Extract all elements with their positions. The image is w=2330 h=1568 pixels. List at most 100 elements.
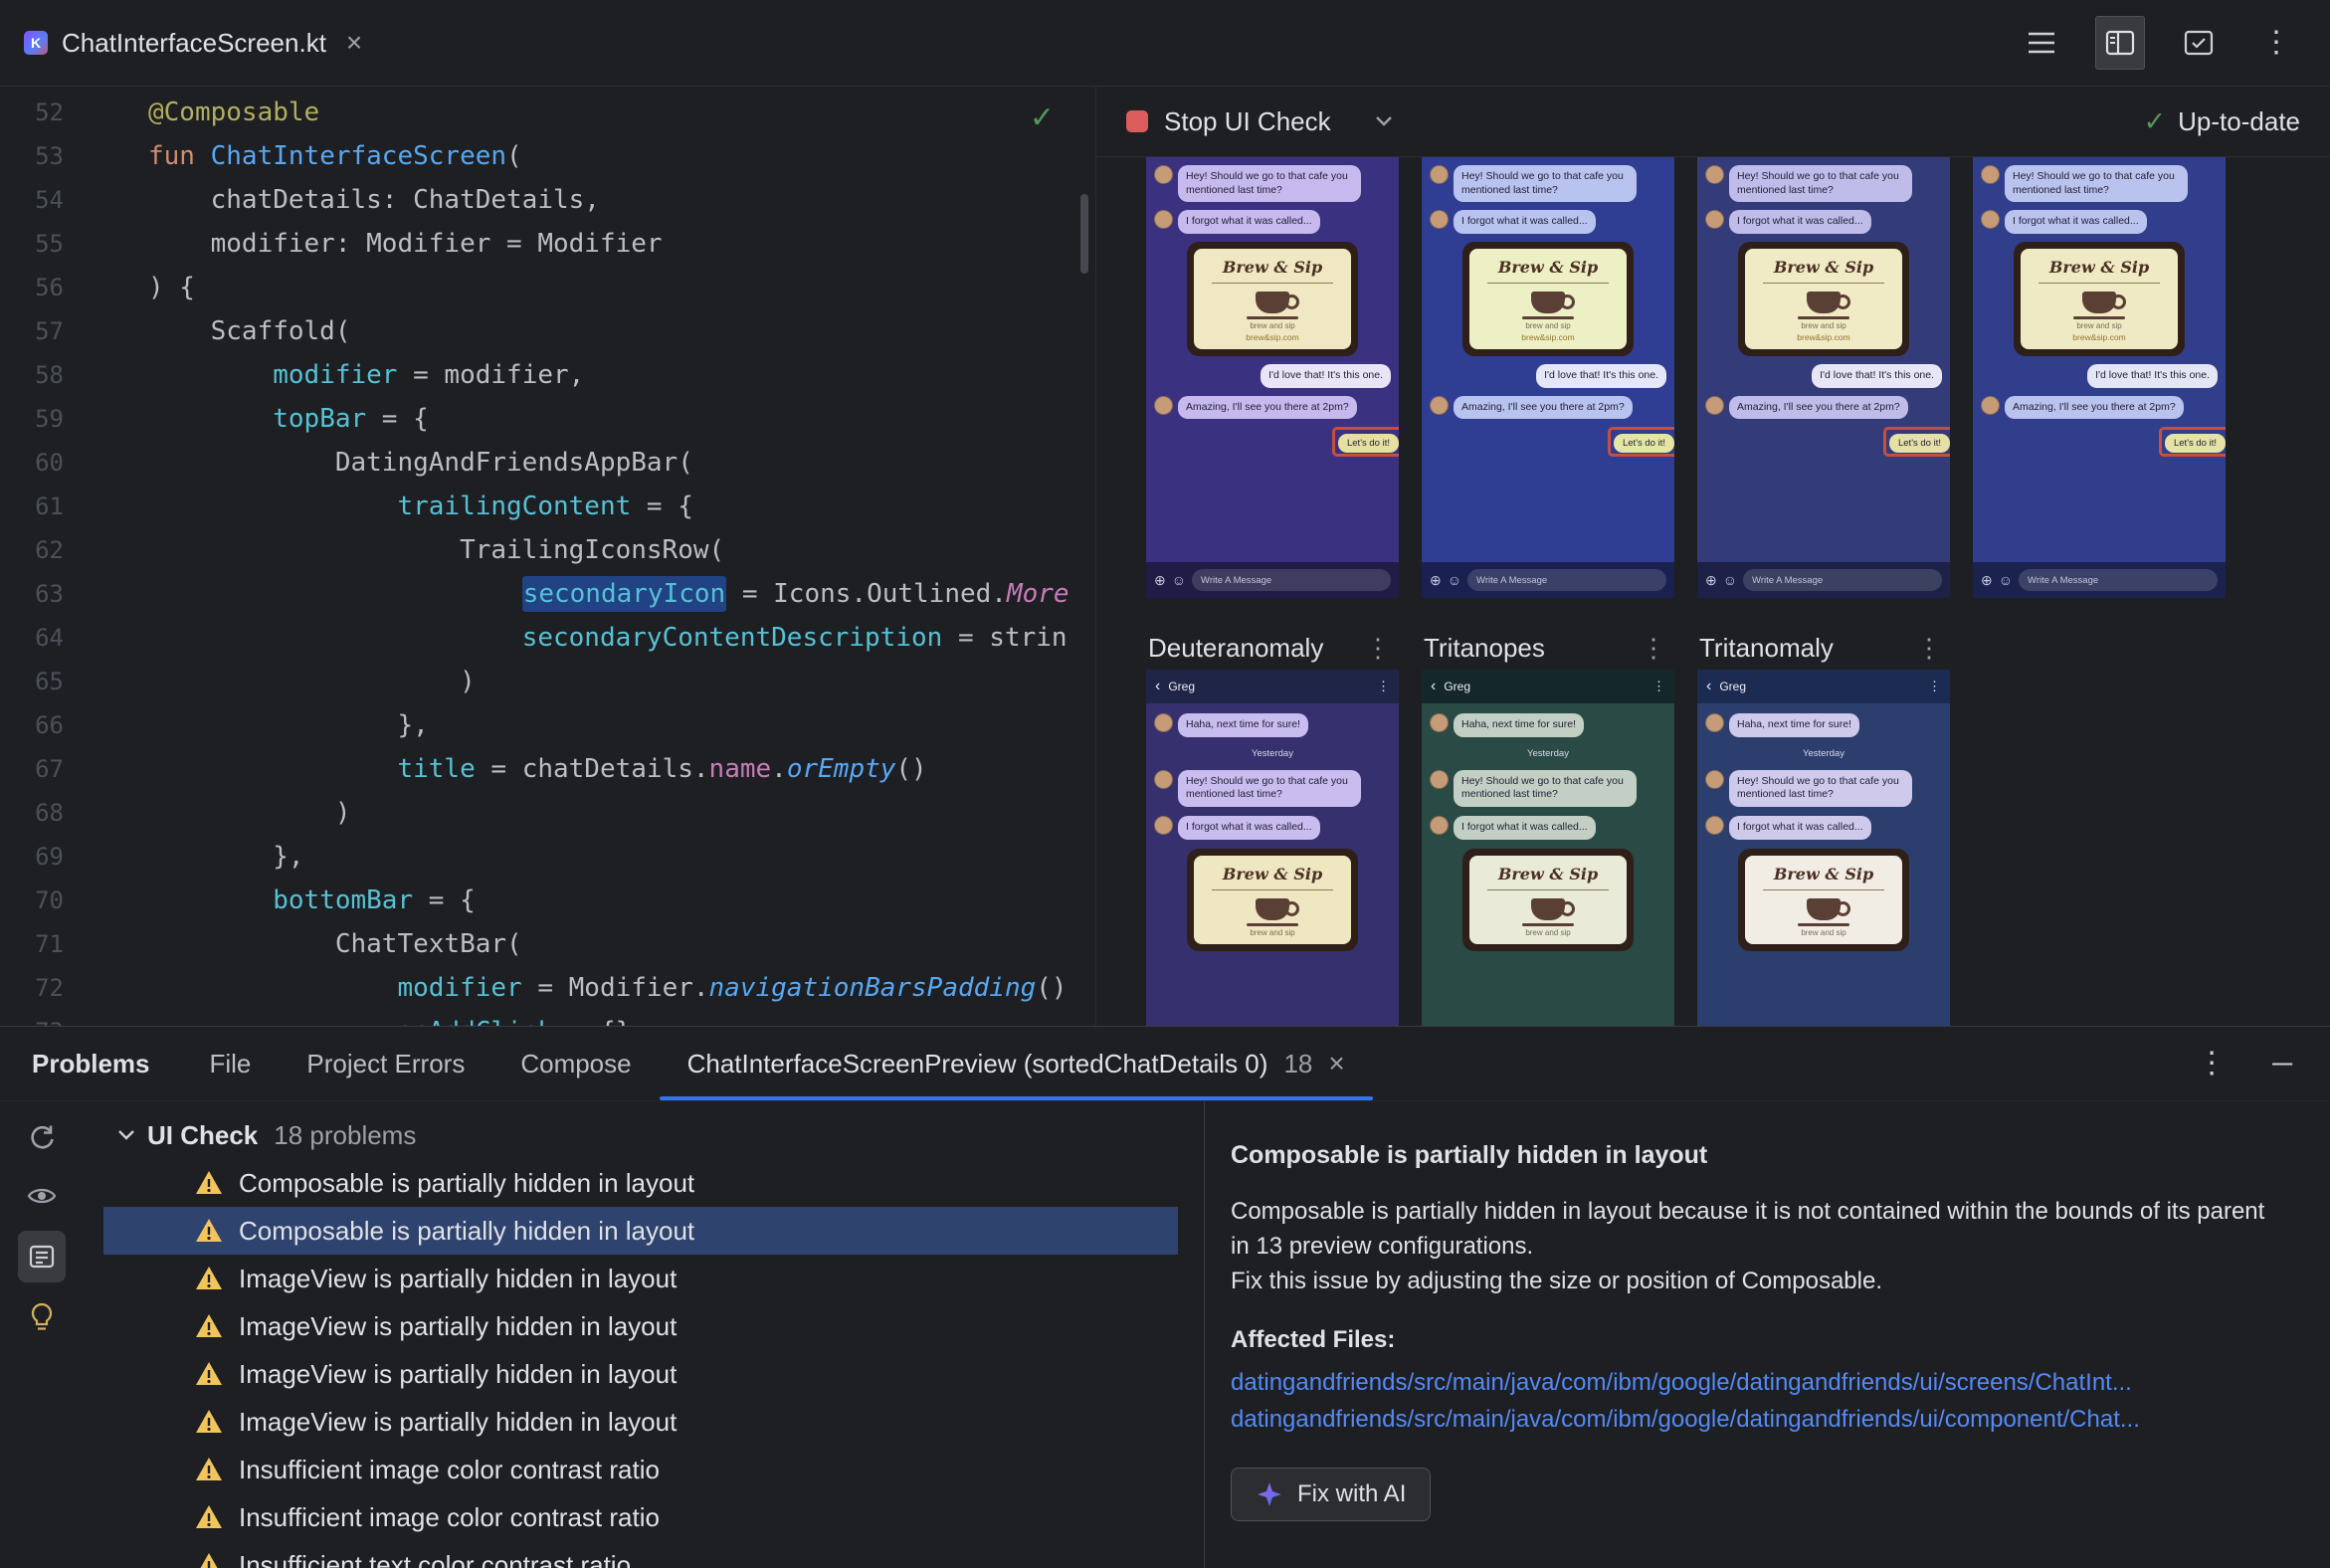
avatar <box>1430 815 1449 835</box>
warning-icon <box>196 1362 222 1385</box>
chat-message: I'd love that! It's this one. <box>1705 363 1942 388</box>
editor-tab[interactable]: K ChatInterfaceScreen.kt × <box>0 0 388 86</box>
problem-list-item[interactable]: Composable is partially hidden in layout <box>103 1207 1178 1255</box>
chat-message: I forgot what it was called... <box>1705 815 1942 840</box>
affected-file-link[interactable]: datingandfriends/src/main/java/com/ibm/g… <box>1231 1364 2286 1401</box>
warning-icon <box>200 1553 218 1568</box>
link-preview-card: Brew & Sip brew and sip <box>1738 848 1909 951</box>
avatar <box>1430 713 1449 732</box>
lightbulb-icon[interactable] <box>19 1294 65 1340</box>
split-editor-icon[interactable] <box>2095 16 2145 70</box>
code-editor[interactable]: 52 53 54 55 56 57 58 59 60 61 62 63 64 65 66 67 68 69 70 71… <box>0 87 1094 1026</box>
avatar <box>1154 769 1173 789</box>
phone-render: Hey! Should we go to that cafe you menti… <box>1422 157 1674 598</box>
flagged-element: Let's do it! <box>1981 427 2226 458</box>
structure-lines-icon[interactable] <box>2018 19 2065 67</box>
fix-with-ai-button[interactable]: Fix with AI <box>1231 1468 1432 1521</box>
line-number: 73 <box>0 1010 64 1026</box>
preview-phone[interactable]: Tritanopes ⋮ ‹ Greg ⋮ Haha, next time fo… <box>1422 626 1674 1026</box>
ui-check-group-header[interactable]: UI Check 18 problems <box>84 1111 1204 1159</box>
stop-ui-check-button[interactable]: Stop UI Check <box>1126 106 1331 137</box>
avatar <box>1430 769 1449 789</box>
line-number: 58 <box>35 361 64 389</box>
problem-list-item[interactable]: ImageView is partially hidden in layout <box>103 1350 1178 1398</box>
problem-list-item[interactable]: Insufficient image color contrast ratio <box>103 1446 1178 1493</box>
preview-phone[interactable]: Hey! Should we go to that cafe you menti… <box>1697 157 1950 598</box>
editor-toolbar-icons: ⋮ <box>2018 16 2330 70</box>
card-divider <box>1212 888 1333 890</box>
line-number: 60 <box>35 449 64 477</box>
preview-phone[interactable]: Deuteranomaly ⋮ ‹ Greg ⋮ Haha, next time… <box>1146 626 1399 1026</box>
card-divider <box>1763 282 1884 284</box>
chat-bubble: Haha, next time for sure! <box>1454 713 1584 737</box>
tab-compose[interactable]: Compose <box>492 1027 659 1100</box>
chat-message: Hey! Should we go to that cafe you menti… <box>1430 769 1666 807</box>
problem-list-item[interactable]: Composable is partially hidden in layout <box>103 1159 1178 1207</box>
problem-list-item[interactable]: ImageView is partially hidden in layout <box>103 1302 1178 1350</box>
problem-text: Insufficient image color contrast ratio <box>239 1501 660 1532</box>
code-line: modifier = Modifier.navigationBarsPaddin… <box>397 973 1068 1003</box>
problem-list-item[interactable]: Insufficient text color contrast ratio <box>103 1541 1178 1568</box>
chat-bubble: Amazing, I'll see you there at 2pm? <box>1454 395 1633 420</box>
chat-bubble: I'd love that! It's this one. <box>1536 363 1666 388</box>
problem-list-item[interactable]: ImageView is partially hidden in layout <box>103 1398 1178 1446</box>
more-options-icon[interactable]: ⋮ <box>2197 1049 2227 1078</box>
problem-text: Insufficient image color contrast ratio <box>239 1454 660 1484</box>
stop-icon <box>1126 110 1148 132</box>
preview-eye-icon[interactable] <box>19 1173 65 1219</box>
card-caption: brew and sip <box>1801 927 1846 937</box>
line-number: 63 <box>35 580 64 608</box>
chat-message: I'd love that! It's this one. <box>1981 363 2218 388</box>
avatar <box>1705 210 1724 230</box>
tab-project-errors[interactable]: Project Errors <box>279 1027 492 1100</box>
report-view-icon[interactable] <box>18 1231 66 1282</box>
preview-phone[interactable]: Hey! Should we go to that cafe you menti… <box>1146 157 1399 598</box>
ui-check-highlight-box: Let's do it! <box>1882 427 1950 458</box>
chat-message: Hey! Should we go to that cafe you menti… <box>1705 769 1942 807</box>
tab-file[interactable]: File <box>182 1027 280 1100</box>
link-preview-card: Brew & Sip brew and sip brew&sip.com <box>2014 241 2185 356</box>
code-line: secondaryContentDescription = strin <box>521 623 1068 653</box>
preview-phone[interactable]: Tritanomaly ⋮ ‹ Greg ⋮ Haha, next time f… <box>1697 626 1950 1026</box>
emoji-icon: ☺ <box>1998 572 2014 588</box>
problem-list-item[interactable]: Insufficient image color contrast ratio <box>103 1493 1178 1541</box>
preview-more-icon[interactable]: ⋮ <box>1641 633 1666 664</box>
chat-message: Amazing, I'll see you there at 2pm? <box>1705 395 1942 420</box>
group-title: UI Check <box>147 1119 259 1150</box>
editor-code-area[interactable]: @Composable fun ChatInterfaceScreen( chat… <box>148 91 1094 1026</box>
warning-icon <box>196 1458 222 1480</box>
editor-tab-title: ChatInterfaceScreen.kt <box>62 27 326 58</box>
chat-body: Haha, next time for sure! Yesterday Hey!… <box>1697 703 1950 1026</box>
preview-more-icon[interactable]: ⋮ <box>1916 633 1942 664</box>
preview-phone[interactable]: Hey! Should we go to that cafe you menti… <box>1973 157 2226 598</box>
chat-bubble: Hey! Should we go to that cafe you menti… <box>2005 165 2188 203</box>
preview-phone[interactable]: Hey! Should we go to that cafe you menti… <box>1422 157 1674 598</box>
tab-chat-interface-screen-preview[interactable]: ChatInterfaceScreenPreview (sortedChatDe… <box>659 1027 1373 1100</box>
more-options-icon[interactable]: ⋮ <box>2252 19 2300 67</box>
problem-text: Insufficient text color contrast ratio <box>239 1549 632 1568</box>
ui-check-mode-icon[interactable] <box>2175 19 2223 67</box>
chat-bubble: I forgot what it was called... <box>1729 210 1871 234</box>
fix-with-ai-label: Fix with AI <box>1297 1480 1407 1507</box>
chevron-down-icon[interactable] <box>1375 115 1393 127</box>
message-input: Write A Message <box>1467 569 1666 591</box>
affected-file-link[interactable]: datingandfriends/src/main/java/com/ibm/g… <box>1231 1401 2286 1438</box>
card-title: Brew & Sip <box>1222 864 1323 883</box>
avatar <box>1981 165 2000 184</box>
editor-scrollbar[interactable] <box>1080 194 1088 274</box>
overflow-menu-icon: ⋮ <box>1652 679 1665 693</box>
chat-bubble: Hey! Should we go to that cafe you menti… <box>1729 165 1912 203</box>
minimize-icon[interactable]: ─ <box>2272 1048 2292 1079</box>
chat-bubble: Let's do it! <box>1337 434 1399 454</box>
problem-list-item[interactable]: ImageView is partially hidden in layout <box>103 1255 1178 1302</box>
chat-body: Hey! Should we go to that cafe you menti… <box>1146 157 1399 562</box>
card-url: brew&sip.com <box>1797 331 1850 342</box>
preview-canvas[interactable]: Hey! Should we go to that cafe you menti… <box>1096 157 2330 1026</box>
preview-more-icon[interactable]: ⋮ <box>1365 633 1391 664</box>
back-icon: ‹ <box>1706 678 1712 694</box>
refresh-icon[interactable] <box>19 1115 65 1161</box>
problems-content: UI Check 18 problems Composable is parti… <box>0 1101 2330 1568</box>
problem-description: Composable is partially hidden in layout… <box>1231 1198 2265 1260</box>
close-tab-icon[interactable]: × <box>1328 1048 1344 1079</box>
close-tab-icon[interactable]: × <box>346 27 362 59</box>
